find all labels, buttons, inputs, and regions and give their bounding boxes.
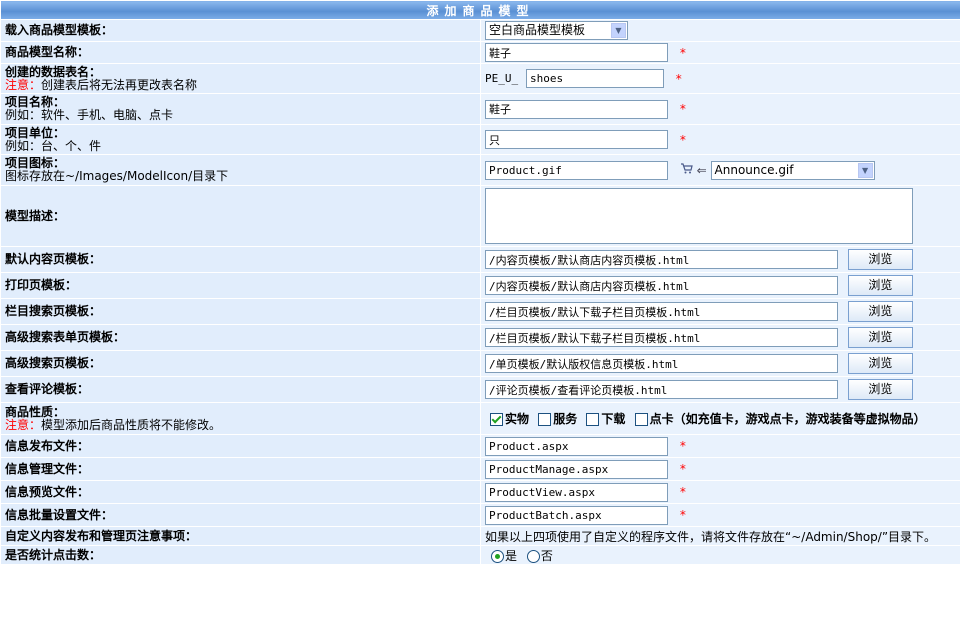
cart-icon	[680, 162, 693, 178]
browse-button[interactable]: 浏览	[847, 275, 913, 296]
adv-search-form-template-input[interactable]	[485, 328, 838, 347]
adv-search-template-input[interactable]	[485, 354, 838, 373]
item-icon-select[interactable]: Announce.gif ▼	[710, 160, 875, 180]
description-label: 模型描述：	[0, 185, 481, 247]
count-clicks-label: 是否统计点击数：	[0, 545, 481, 565]
nature-card-checkbox[interactable]	[634, 413, 648, 426]
nature-download-checkbox[interactable]	[586, 413, 600, 426]
table-name-note: 注意：创建表后将无法再更改表名称	[5, 77, 198, 92]
browse-button[interactable]: 浏览	[847, 379, 913, 400]
browse-button[interactable]: 浏览	[847, 353, 913, 374]
required-mark: *	[679, 102, 686, 116]
item-name-label: 项目名称：	[5, 95, 66, 109]
required-mark: *	[679, 485, 686, 499]
preview-file-input[interactable]	[485, 482, 668, 502]
required-mark: *	[679, 132, 686, 147]
chevron-down-icon: ▼	[611, 23, 626, 38]
browse-button[interactable]: 浏览	[847, 327, 913, 348]
custom-note-label: 自定义内容发布和管理页注意事项：	[0, 526, 481, 546]
item-name-note: 例如：软件、手机、电脑、点卡	[5, 108, 174, 122]
column-search-template-label: 栏目搜索页模板：	[0, 298, 481, 325]
table-name-input[interactable]	[525, 69, 664, 88]
table-prefix: PE_U_	[485, 72, 519, 85]
nature-physical-label: 实物	[505, 412, 530, 426]
column-search-template-input[interactable]	[485, 302, 838, 321]
description-textarea[interactable]	[485, 188, 913, 244]
page-title: 添加商品模型	[0, 0, 961, 20]
model-name-input[interactable]	[485, 43, 668, 62]
adv-search-template-label: 高级搜索页模板：	[0, 350, 481, 377]
nature-physical-checkbox[interactable]	[490, 413, 503, 426]
item-unit-input[interactable]	[485, 130, 668, 149]
publish-file-input[interactable]	[485, 436, 668, 456]
load-template-label: 载入商品模型模板：	[0, 19, 481, 42]
batch-file-label: 信息批量设置文件：	[0, 503, 481, 527]
item-icon-label: 项目图标：	[5, 156, 66, 170]
chevron-down-icon: ▼	[857, 162, 873, 178]
required-mark: *	[679, 439, 686, 453]
browse-button[interactable]: 浏览	[847, 249, 913, 270]
default-content-template-input[interactable]	[485, 250, 838, 269]
arrow-left-icon: ⇐	[696, 163, 707, 177]
adv-search-form-template-label: 高级搜索表单页模板：	[0, 324, 481, 351]
required-mark: *	[679, 508, 686, 522]
model-name-label: 商品模型名称：	[0, 41, 481, 64]
count-clicks-yes-radio[interactable]	[491, 549, 504, 563]
publish-file-label: 信息发布文件：	[0, 434, 481, 458]
item-unit-note: 例如：台、个、件	[5, 138, 102, 153]
custom-note-text: 如果以上四项使用了自定义的程序文件，请将文件存放在“~/Admin/Shop/”…	[480, 526, 961, 546]
count-clicks-no-radio[interactable]	[526, 549, 540, 563]
load-template-select[interactable]: 空白商品模型模板 ▼	[485, 21, 628, 40]
batch-file-input[interactable]	[485, 505, 668, 525]
item-icon-input[interactable]	[485, 160, 668, 180]
nature-card-label: 点卡（如充值卡，游戏点卡，游戏装备等虚拟物品）	[649, 412, 926, 426]
required-mark: *	[679, 45, 686, 60]
comment-template-label: 查看评论模板：	[0, 376, 481, 403]
browse-button[interactable]: 浏览	[847, 301, 913, 322]
item-name-input[interactable]	[485, 99, 668, 119]
item-icon-note: 图标存放在~/Images/ModelIcon/目录下	[5, 169, 229, 183]
default-content-template-label: 默认内容页模板：	[0, 246, 481, 273]
print-template-label: 打印页模板：	[0, 272, 481, 299]
manage-file-input[interactable]	[485, 459, 668, 479]
product-nature-note: 注意：模型添加后商品性质将不能修改。	[5, 417, 222, 432]
nature-service-label: 服务	[553, 412, 578, 426]
preview-file-label: 信息预览文件：	[0, 480, 481, 504]
required-mark: *	[679, 462, 686, 476]
table-name-label: 创建的数据表名：	[5, 64, 102, 79]
comment-template-input[interactable]	[485, 380, 838, 399]
nature-service-checkbox[interactable]	[538, 413, 552, 426]
item-icon-select-value: Announce.gif	[714, 162, 794, 177]
product-nature-label: 商品性质：	[5, 404, 66, 419]
count-clicks-yes-label: 是	[505, 548, 518, 563]
manage-file-label: 信息管理文件：	[0, 457, 481, 481]
print-template-input[interactable]	[485, 276, 838, 295]
load-template-value: 空白商品模型模板	[489, 23, 586, 37]
add-product-model-form: 添加商品模型 载入商品模型模板： 空白商品模型模板 ▼ 商品模型名称： * 创建…	[0, 0, 961, 565]
item-unit-label: 项目单位：	[5, 125, 66, 140]
nature-download-label: 下载	[601, 412, 626, 426]
count-clicks-no-label: 否	[540, 548, 553, 563]
required-mark: *	[675, 71, 682, 86]
